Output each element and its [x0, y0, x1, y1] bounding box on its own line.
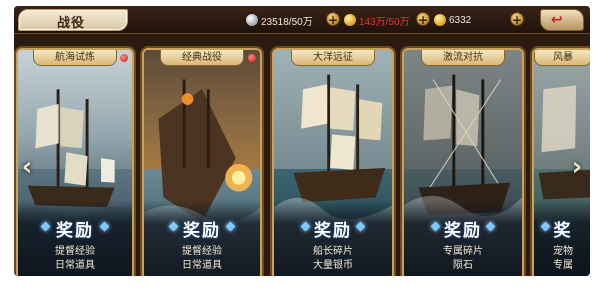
add-silver-button[interactable]: + — [326, 12, 340, 27]
scroll-left-arrow[interactable]: ‹ — [18, 152, 36, 182]
gold-bar-icon — [344, 14, 356, 26]
reward-item: 提督经验 — [182, 246, 222, 257]
top-bar: 战役 23518/50万 + 143万/50万 + 6332 + ↩ — [14, 6, 590, 34]
notification-dot — [248, 54, 256, 62]
reward-panel: 奖励 提督经验 日常道具 — [144, 200, 260, 276]
reward-panel: 奖励 提督经验 日常道具 — [18, 200, 132, 276]
reward-title: 奖 — [553, 221, 573, 241]
silver-coin-icon — [246, 14, 258, 26]
silver-resource: 23518/50万 — [246, 11, 313, 29]
page-title: 战役 — [57, 16, 86, 31]
add-gold-capacity-button[interactable]: + — [416, 12, 430, 27]
reward-panel: 奖 宠物 专属 — [534, 200, 590, 276]
campaign-card-4[interactable]: 激流对抗 奖励 专属碎片 陨石 — [402, 48, 524, 276]
card-label: 激流对抗 — [421, 50, 505, 66]
card-label: 经典战役 — [160, 50, 244, 66]
reward-panel: 奖励 船长碎片 大量银币 — [274, 200, 392, 276]
gold-resource: 6332 — [434, 11, 471, 29]
silver-amount: 23518/50万 — [261, 16, 313, 28]
reward-item: 提督经验 — [55, 246, 95, 257]
campaign-card-2[interactable]: 经典战役 奖励 提督经验 日常道具 — [142, 48, 262, 276]
gold-amount: 6332 — [449, 14, 472, 26]
card-label: 大洋远征 — [291, 50, 375, 66]
scroll-right-arrow[interactable]: › — [568, 152, 586, 182]
gold-capacity-amount: 143万/50万 — [359, 16, 410, 28]
notification-dot — [120, 54, 128, 62]
reward-item: 日常道具 — [55, 260, 95, 271]
card-label: 航海试炼 — [33, 50, 117, 66]
card-label: 风暴 — [534, 50, 590, 66]
reward-panel: 奖励 专属碎片 陨石 — [404, 200, 522, 276]
gold-coin-icon — [434, 14, 446, 26]
reward-item: 大量银币 — [313, 260, 353, 271]
reward-title: 奖励 — [314, 221, 352, 241]
add-gold-button[interactable]: + — [510, 12, 524, 27]
reward-title: 奖励 — [56, 221, 94, 241]
campaign-card-3[interactable]: 大洋远征 奖励 船长碎片 大量银币 — [272, 48, 394, 276]
reward-item: 宠物 — [553, 246, 573, 257]
reward-item: 日常道具 — [182, 260, 222, 271]
reward-title: 奖励 — [444, 221, 482, 241]
reward-item: 船长碎片 — [313, 246, 353, 257]
reward-item: 专属 — [553, 260, 573, 271]
gold-capacity-resource: 143万/50万 — [344, 11, 410, 29]
back-arrow-icon: ↩ — [551, 12, 563, 28]
reward-item: 陨石 — [453, 260, 473, 271]
back-button[interactable]: ↩ — [540, 9, 584, 31]
reward-item: 专属碎片 — [443, 246, 483, 257]
title-tab: 战役 — [18, 9, 128, 31]
game-window: 战役 23518/50万 + 143万/50万 + 6332 + ↩ 航海试炼 … — [14, 6, 590, 276]
reward-title: 奖励 — [183, 221, 221, 241]
